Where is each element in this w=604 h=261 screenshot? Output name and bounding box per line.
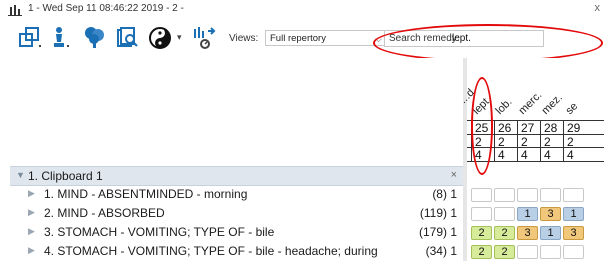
rubric-count: (179) 1 [418, 225, 457, 239]
grade-cell[interactable] [540, 245, 561, 259]
clipboard-select-icon[interactable] [18, 25, 44, 51]
yin-yang-icon[interactable] [148, 25, 174, 51]
title-bar: 1 - Wed Sep 11 08:46:22 2019 - 2 - x [0, 0, 604, 20]
rubric-count: (8) 1 [432, 187, 457, 201]
remedy-number: 28 [540, 121, 562, 135]
grade-cell[interactable] [563, 245, 584, 259]
chess-pawn-icon[interactable] [49, 25, 75, 51]
bar-chart-icon [8, 5, 22, 16]
views-selected-value: Full repertory [270, 33, 326, 44]
window-title: 1 - Wed Sep 11 08:46:22 2019 - 2 - [28, 3, 184, 14]
remedy-rubric-count: 4 [540, 148, 562, 162]
rubric-text: 1. MIND - ABSENTMINDED - morning [44, 187, 248, 201]
remedy-score: 2 [540, 135, 562, 149]
rubric-count: (119) 1 [419, 206, 457, 220]
chevron-down-icon: ⌵ [375, 34, 382, 44]
grade-cell[interactable] [517, 188, 538, 202]
grade-cell[interactable]: 2 [471, 226, 492, 240]
remedy-rubric-count: 4 [517, 148, 539, 162]
grade-cell[interactable]: 3 [517, 226, 538, 240]
rubric-text: 3. STOMACH - VOMITING; TYPE OF - bile [44, 225, 275, 239]
remedy-score: 2 [494, 135, 516, 149]
clipboard-header[interactable]: ▼ 1. Clipboard 1 × [10, 166, 463, 186]
remedy-score: 2 [563, 135, 585, 149]
remedy-rubric-count: 4 [494, 148, 516, 162]
expand-triangle-icon[interactable]: ▶ [28, 188, 35, 199]
grade-cell[interactable] [494, 188, 515, 202]
grade-cell[interactable]: 1 [517, 207, 538, 221]
book-search-icon[interactable] [115, 25, 141, 51]
rubric-text: 4. STOMACH - VOMITING; TYPE OF - bile - … [44, 244, 378, 258]
grade-cell[interactable] [494, 207, 515, 221]
grade-cell[interactable]: 3 [540, 207, 561, 221]
grade-cell[interactable]: 1 [540, 226, 561, 240]
grade-cell[interactable]: 2 [494, 226, 515, 240]
chevron-down-icon[interactable]: ▾ [177, 32, 182, 43]
chart-settings-icon[interactable] [192, 25, 218, 51]
rubric-count: (34) 1 [425, 244, 457, 258]
toolbar: ▾ Views: Full repertory ⌵ Search remedy: [0, 20, 604, 56]
remedy-number: 29 [563, 121, 585, 135]
expand-triangle-icon[interactable]: ▶ [28, 245, 35, 256]
tree-icon[interactable] [82, 25, 108, 51]
rubric-text: 2. MIND - ABSORBED [44, 206, 165, 220]
grade-cell[interactable]: 2 [494, 245, 515, 259]
rubric-row[interactable]: ▶ 1. MIND - ABSENTMINDED - morning (8) 1 [10, 186, 463, 204]
rubric-row[interactable]: ▶ 2. MIND - ABSORBED (119) 1 [10, 205, 463, 223]
remedy-score: 2 [517, 135, 539, 149]
remedy-number: 25 [471, 121, 493, 135]
search-remedy-box[interactable]: Search remedy: [384, 30, 544, 47]
views-label: Views: [229, 33, 259, 44]
grade-cell[interactable]: 2 [471, 245, 492, 259]
rubric-row[interactable]: ▶ 4. STOMACH - VOMITING; TYPE OF - bile … [10, 243, 463, 261]
remedy-score: 2 [471, 135, 493, 149]
expand-triangle-icon[interactable]: ▶ [28, 207, 35, 218]
search-remedy-input[interactable] [452, 32, 540, 45]
remedy-rubric-count: 4 [563, 148, 585, 162]
grade-cell[interactable] [471, 188, 492, 202]
rubric-row[interactable]: ▶ 3. STOMACH - VOMITING; TYPE OF - bile … [10, 224, 463, 242]
views-select[interactable]: Full repertory ⌵ [265, 30, 386, 46]
expand-triangle-icon[interactable]: ▶ [28, 226, 35, 237]
grade-cell[interactable]: 1 [563, 207, 584, 221]
grade-cell[interactable] [471, 207, 492, 221]
grade-cell[interactable] [517, 245, 538, 259]
window-close-button[interactable]: x [595, 2, 601, 14]
grade-cell[interactable] [563, 188, 584, 202]
clipboard-title: 1. Clipboard 1 [28, 169, 103, 183]
remedy-number: 27 [517, 121, 539, 135]
search-remedy-label: Search remedy: [389, 33, 460, 44]
remedy-number: 26 [494, 121, 516, 135]
close-icon[interactable]: × [451, 169, 457, 181]
collapse-triangle-icon[interactable]: ▼ [16, 170, 25, 180]
remedy-rubric-count: 4 [471, 148, 493, 162]
grade-cell[interactable]: 3 [563, 226, 584, 240]
grade-cell[interactable] [540, 188, 561, 202]
